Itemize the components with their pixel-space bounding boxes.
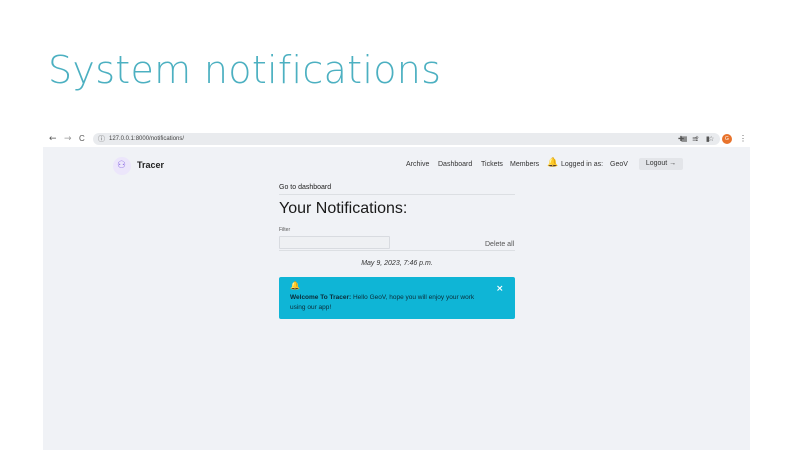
filter-input[interactable] (279, 236, 390, 249)
reading-list-icon[interactable]: ≡ (692, 133, 698, 145)
browser-window: ← → C ⓘ 127.0.0.1:8000/notifications/ ▦ … (43, 131, 750, 450)
side-panel-icon[interactable]: ▮ (706, 133, 710, 145)
logout-button[interactable]: Logout → (639, 158, 683, 170)
nav-tickets[interactable]: Tickets (481, 161, 503, 168)
forward-icon[interactable]: → (64, 133, 72, 145)
slide: System notifications ← → C ⓘ 127.0.0.1:8… (0, 0, 800, 450)
notification-message: Welcome To Tracer: Hello GeoV, hope you … (290, 293, 490, 313)
notification-date: May 9, 2023, 7:46 p.m. (361, 260, 433, 267)
close-icon[interactable]: × (496, 284, 504, 294)
browser-toolbar: ← → C ⓘ 127.0.0.1:8000/notifications/ ▦ … (43, 131, 750, 147)
notification-card[interactable]: 🔔 × Welcome To Tracer: Hello GeoV, hope … (279, 277, 515, 319)
url-text[interactable]: 127.0.0.1:8000/notifications/ (109, 133, 184, 145)
brand-name[interactable]: Tracer (137, 160, 164, 170)
back-icon[interactable]: ← (49, 133, 57, 145)
notification-bell-icon[interactable]: 🔔 (547, 158, 558, 169)
address-bar[interactable]: ⓘ 127.0.0.1:8000/notifications/ ▦ ⇪ ☆ (93, 133, 720, 145)
app-logo[interactable]: ⚇ (113, 157, 131, 175)
page-title: Your Notifications: (279, 200, 408, 217)
logo-icon: ⚇ (117, 160, 126, 171)
delete-all-button[interactable]: Delete all (485, 241, 514, 248)
profile-avatar[interactable]: G (722, 134, 732, 144)
site-info-icon[interactable]: ⓘ (98, 133, 105, 145)
nav-archive[interactable]: Archive (406, 161, 429, 168)
username: GeoV (610, 161, 628, 168)
nav-members[interactable]: Members (510, 161, 539, 168)
notification-title: Welcome To Tracer: (290, 294, 352, 301)
reload-icon[interactable]: C (79, 133, 85, 145)
divider (279, 194, 515, 195)
bell-icon: 🔔 (290, 281, 300, 290)
go-to-dashboard-link[interactable]: Go to dashboard (279, 184, 331, 191)
nav-dashboard[interactable]: Dashboard (438, 161, 472, 168)
slide-title: System notifications (48, 48, 442, 92)
filter-label: Filter (279, 227, 291, 233)
divider (279, 250, 515, 251)
extensions-icon[interactable]: ✚ (678, 133, 684, 145)
app-page: ⚇ Tracer Archive Dashboard Tickets Membe… (43, 147, 750, 450)
logged-in-label: Logged in as: (561, 161, 604, 168)
browser-menu-icon[interactable]: ⋮ (739, 133, 747, 145)
